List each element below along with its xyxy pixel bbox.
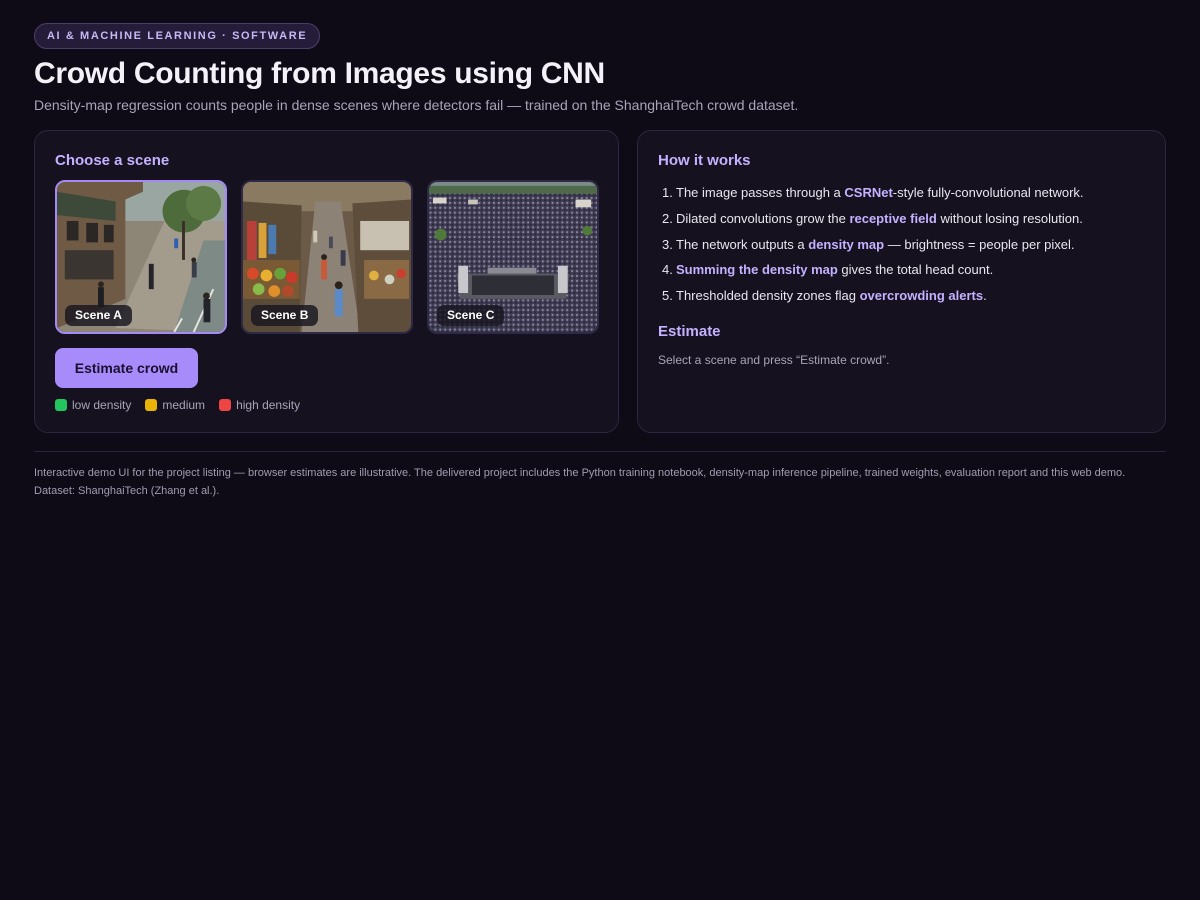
step-number: 1.	[662, 185, 673, 200]
density-legend: low density medium high density	[55, 398, 314, 412]
step-text: Summing the density map gives the total …	[676, 262, 994, 278]
legend-swatch-medium	[145, 399, 158, 411]
scene-panel: Choose a scene Scene A Scene B Scene C E…	[34, 130, 619, 433]
scene-card-a[interactable]: Scene A	[55, 180, 227, 334]
scene-label-c: Scene C	[437, 305, 505, 326]
how-it-works-heading: How it works	[658, 152, 751, 169]
step-item: 2. Dilated convolutions grow the recepti…	[662, 211, 1152, 227]
footer-divider	[34, 451, 1166, 452]
legend-swatch-high	[219, 399, 232, 411]
legend-swatch-low	[55, 399, 67, 411]
scene-card-b[interactable]: Scene B	[241, 180, 413, 334]
step-number: 5.	[662, 288, 673, 304]
step-item: 5. Thresholded density zones flag overcr…	[662, 288, 1152, 304]
step-item: 3. The network outputs a density map — b…	[662, 237, 1152, 253]
step-highlight: CSRNet	[844, 185, 893, 200]
legend-item-medium: medium	[145, 398, 205, 412]
estimate-result-text: Select a scene and press “Estimate crowd…	[658, 353, 890, 367]
legend-item-low: low density	[55, 398, 131, 412]
legend-label-low: low density	[72, 398, 132, 412]
steps-list: 1. The image passes through a CSRNet-sty…	[662, 185, 1152, 314]
scene-label-b: Scene B	[251, 305, 319, 326]
step-highlight: Summing the density map	[676, 262, 838, 278]
legend-label-medium: medium	[162, 398, 206, 412]
step-text: The image passes through a CSRNet-style …	[676, 185, 1084, 200]
step-number: 4.	[662, 262, 673, 278]
scene-card-c[interactable]: Scene C	[427, 180, 599, 334]
scene-label-a: Scene A	[65, 305, 132, 326]
legend-item-high: high density	[219, 398, 300, 412]
step-text: Thresholded density zones flag overcrowd…	[676, 288, 987, 304]
step-item: 1. The image passes through a CSRNet-sty…	[662, 185, 1152, 201]
step-highlight: receptive field	[849, 210, 937, 226]
legend-label-high: high density	[236, 398, 301, 412]
step-text: Dilated convolutions grow the receptive …	[676, 210, 1083, 226]
page-title: Crowd Counting from Images using CNN	[34, 57, 605, 90]
step-highlight: overcrowding alerts	[859, 288, 984, 304]
estimate-heading: Estimate	[658, 323, 721, 340]
scene-picker: Scene A Scene B Scene C	[55, 180, 600, 334]
step-number: 2.	[662, 210, 673, 226]
page-subtitle: Density-map regression counts people in …	[34, 97, 799, 113]
estimate-crowd-button[interactable]: Estimate crowd	[55, 348, 198, 388]
footer-note: Interactive demo UI for the project list…	[34, 467, 1126, 497]
panels: Choose a scene Scene A Scene B Scene C E…	[34, 130, 1166, 433]
scene-panel-heading: Choose a scene	[55, 152, 170, 169]
category-badge: AI & MACHINE LEARNING · SOFTWARE	[34, 23, 321, 49]
page: AI & MACHINE LEARNING · SOFTWARE Crowd C…	[34, 23, 1166, 497]
step-highlight: density map	[808, 236, 885, 252]
step-number: 3.	[662, 236, 673, 252]
step-text: The network outputs a density map — brig…	[676, 236, 1075, 252]
step-item: 4. Summing the density map gives the tot…	[662, 262, 1152, 278]
info-panel: How it works 1. The image passes through…	[637, 130, 1166, 433]
